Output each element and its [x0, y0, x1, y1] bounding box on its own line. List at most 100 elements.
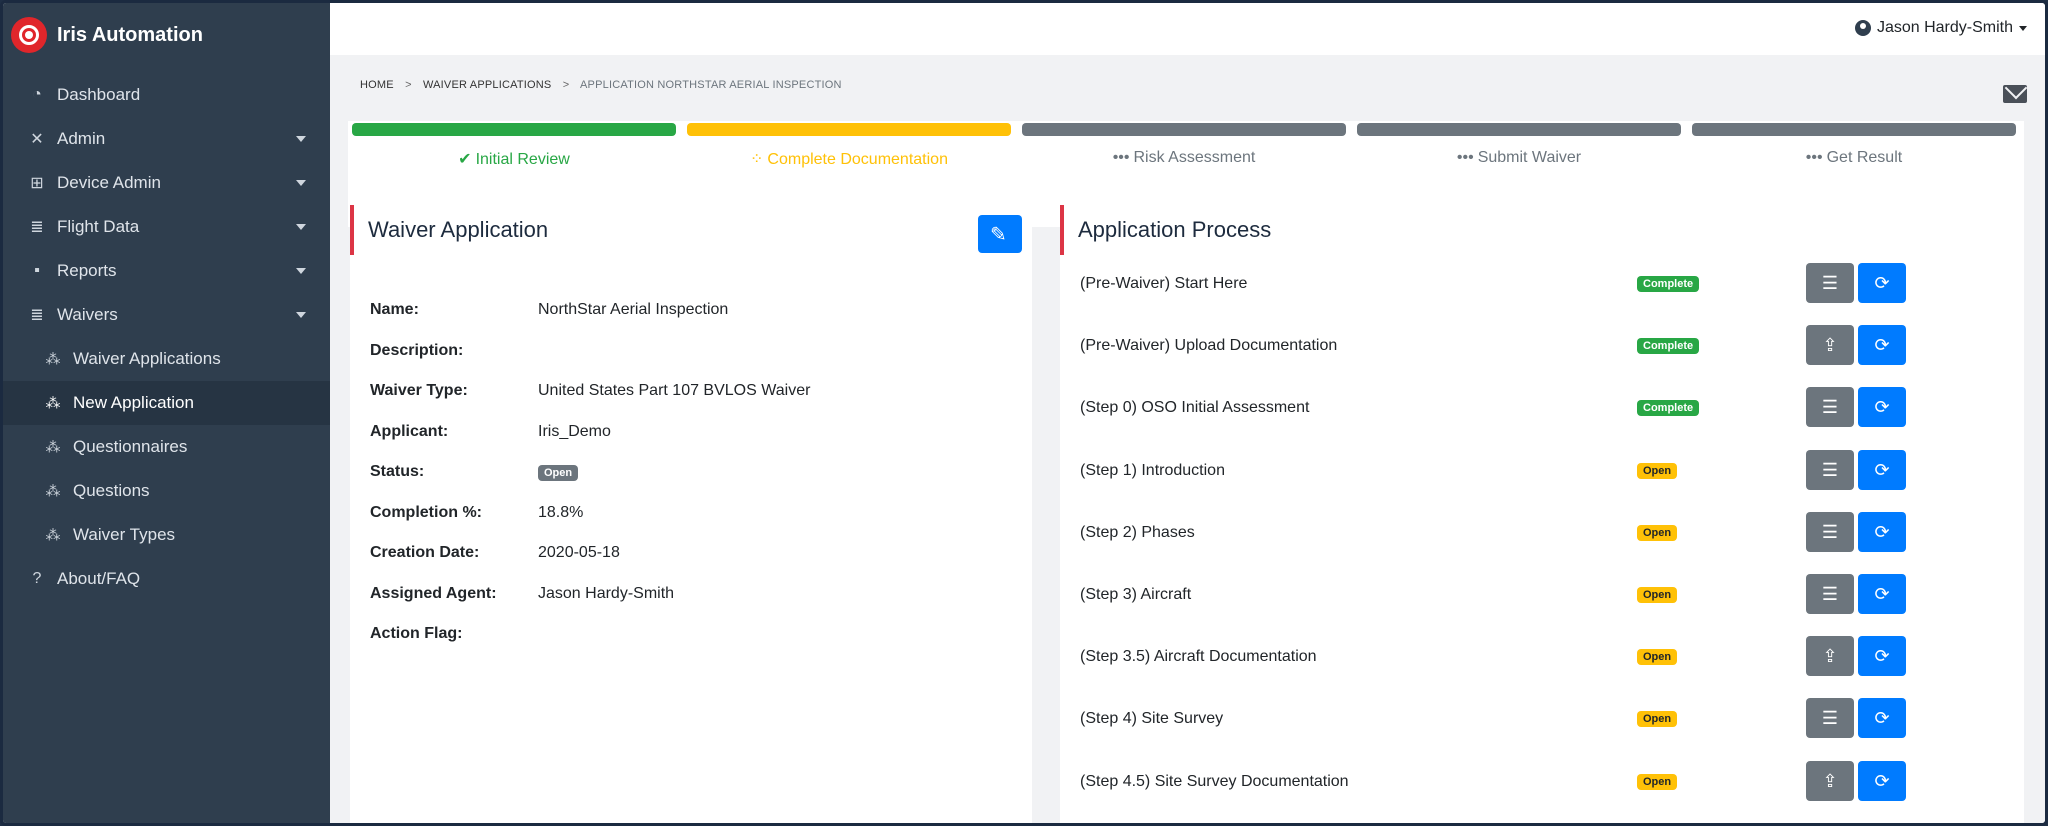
- step-label: ✔ Initial Review: [458, 151, 570, 168]
- process-row: (Step 1) Introduction Open ☰ ⟳: [1080, 449, 2020, 506]
- caret-down-icon: [296, 136, 306, 142]
- view-list-button[interactable]: ☰: [1806, 698, 1854, 739]
- status-badge: Open: [1637, 462, 1678, 479]
- breadcrumb-current: APPLICATION NORTHSTAR AERIAL INSPECTION: [580, 79, 842, 91]
- list-icon: ☰: [1821, 459, 1839, 480]
- step-risk-assessment: ••• Risk Assessment: [1022, 121, 1346, 167]
- upload-button[interactable]: ⇪: [1806, 760, 1854, 801]
- ellipsis-icon: •••: [1112, 149, 1130, 166]
- view-list-button[interactable]: ☰: [1806, 449, 1854, 490]
- detail-row: Creation Date: 2020-05-18: [370, 544, 810, 585]
- refresh-button[interactable]: ⟳: [1858, 760, 1906, 801]
- sidebar-item-flight-data[interactable]: ≣ Flight Data: [3, 205, 330, 249]
- app-name: Iris Automation: [57, 23, 203, 46]
- detail-value: NorthStar Aerial Inspection: [538, 301, 729, 318]
- detail-value: Jason Hardy-Smith: [538, 584, 675, 602]
- process-name: (Step 3) Aircraft: [1080, 586, 1192, 603]
- refresh-button[interactable]: ⟳: [1858, 698, 1906, 739]
- detail-label: Waiver Type:: [370, 382, 468, 399]
- refresh-button[interactable]: ⟳: [1858, 636, 1906, 677]
- process-row: (Pre-Waiver) Start Here Complete ☰ ⟳: [1080, 263, 2020, 319]
- sidebar-subitem-waiver-types[interactable]: ⁂ Waiver Types: [3, 513, 330, 557]
- sidebar-subitem-label: New Application: [73, 393, 194, 412]
- detail-label: Name:: [370, 301, 419, 318]
- sidebar-subitem-new-application[interactable]: ⁂ New Application: [3, 381, 330, 425]
- upload-button[interactable]: ⇪: [1806, 325, 1854, 366]
- breadcrumb: HOME > WAIVER APPLICATIONS > APPLICATION…: [360, 79, 842, 91]
- sidebar-item-dashboard[interactable]: ◔ Dashboard: [3, 73, 330, 117]
- caret-down-icon: [296, 224, 306, 230]
- user-menu[interactable]: Jason Hardy-Smith: [1854, 19, 2027, 37]
- refresh-button[interactable]: ⟳: [1858, 263, 1906, 303]
- sidebar-item-admin[interactable]: ✕ Admin: [3, 117, 330, 161]
- ellipsis-icon: •••: [1805, 149, 1823, 166]
- upload-icon: ⇪: [1822, 770, 1838, 791]
- refresh-icon: ⟳: [1874, 459, 1890, 480]
- detail-label: Completion %:: [370, 503, 482, 521]
- envelope-icon[interactable]: [2003, 85, 2027, 103]
- satellite-icon: ⁂: [45, 483, 61, 500]
- satellite-icon: ⁂: [45, 395, 61, 412]
- sidebar-subitem-questions[interactable]: ⁂ Questions: [3, 469, 330, 513]
- status-badge: Open: [538, 465, 579, 481]
- detail-label: Action Flag:: [370, 625, 463, 642]
- breadcrumb-home[interactable]: HOME: [360, 79, 394, 91]
- process-row: (Step 3.5) Aircraft Documentation Open ⇪…: [1080, 636, 2020, 692]
- detail-value: United States Part 107 BVLOS Waiver: [538, 382, 811, 399]
- view-list-button[interactable]: ☰: [1806, 511, 1854, 552]
- user-icon: [1854, 20, 1871, 36]
- process-name: (Step 4) Site Survey: [1080, 710, 1224, 728]
- sidebar-subitem-waiver-applications[interactable]: ⁂ Waiver Applications: [3, 337, 330, 381]
- sidebar-item-waivers[interactable]: ≣ Waivers: [3, 293, 330, 337]
- detail-label: Applicant:: [370, 422, 449, 440]
- process-row: (Step 4.5) Site Survey Documentation Ope…: [1080, 760, 2020, 817]
- detail-row: Assigned Agent: Jason Hardy-Smith: [370, 585, 810, 626]
- refresh-icon: ⟳: [1874, 521, 1890, 542]
- step-bar: [1357, 123, 1681, 136]
- edit-button[interactable]: [978, 215, 1022, 253]
- refresh-icon: ⟳: [1874, 708, 1890, 729]
- sidebar-item-reports[interactable]: ▪ Reports: [3, 249, 330, 293]
- detail-label: Creation Date:: [370, 544, 480, 561]
- sidebar-item-label: About/FAQ: [57, 569, 141, 588]
- view-list-button[interactable]: ☰: [1806, 263, 1854, 303]
- process-name: (Pre-Waiver) Upload Documentation: [1080, 337, 1338, 355]
- sidebar-item-label: Waivers: [57, 305, 118, 324]
- view-list-button[interactable]: ☰: [1806, 574, 1854, 614]
- detail-value: Iris_Demo: [538, 422, 611, 440]
- upload-button[interactable]: ⇪: [1806, 636, 1854, 677]
- sidebar-item-label: Reports: [57, 261, 117, 280]
- card-title: Waiver Application: [350, 205, 548, 255]
- refresh-button[interactable]: ⟳: [1858, 387, 1906, 428]
- database-icon: ≣: [30, 307, 44, 324]
- list-icon: ☰: [1821, 273, 1839, 293]
- report-icon: ▪: [34, 262, 40, 279]
- sidebar-item-label: Admin: [57, 129, 106, 148]
- refresh-button[interactable]: ⟳: [1858, 449, 1906, 490]
- user-name: Jason Hardy-Smith: [1876, 19, 2013, 36]
- refresh-button[interactable]: ⟳: [1858, 325, 1906, 366]
- sidebar-item-about[interactable]: ? About/FAQ: [3, 557, 330, 601]
- list-icon: ☰: [1821, 521, 1839, 542]
- refresh-button[interactable]: ⟳: [1858, 574, 1906, 614]
- status-badge: Open: [1637, 773, 1678, 790]
- sidebar-item-device-admin[interactable]: ⊞ Device Admin: [3, 161, 330, 205]
- status-badge: Open: [1637, 524, 1678, 541]
- sidebar-subitem-questionnaires[interactable]: ⁂ Questionnaires: [3, 425, 330, 469]
- status-badge: Complete: [1637, 400, 1700, 417]
- step-complete-documentation: ⁘ Complete Documentation: [687, 121, 1011, 169]
- step-label: ⁘ Complete Documentation: [750, 151, 948, 168]
- view-list-button[interactable]: ☰: [1806, 387, 1854, 428]
- waiver-application-card: Waiver Application Name: NorthStar Aeria…: [350, 205, 1032, 823]
- detail-row: Name: NorthStar Aerial Inspection: [370, 301, 810, 342]
- upload-icon: ⇪: [1822, 646, 1838, 667]
- detail-row: Applicant: Iris_Demo: [370, 423, 810, 464]
- database-icon: ≣: [30, 219, 44, 236]
- breadcrumb-waiver-applications[interactable]: WAIVER APPLICATIONS: [423, 79, 552, 91]
- refresh-button[interactable]: ⟳: [1858, 511, 1906, 552]
- detail-row: Waiver Type: United States Part 107 BVLO…: [370, 382, 810, 423]
- brand[interactable]: Iris Automation: [3, 3, 330, 67]
- process-name: (Step 1) Introduction: [1080, 461, 1225, 479]
- status-badge: Open: [1637, 649, 1678, 666]
- step-bar: [687, 123, 1011, 136]
